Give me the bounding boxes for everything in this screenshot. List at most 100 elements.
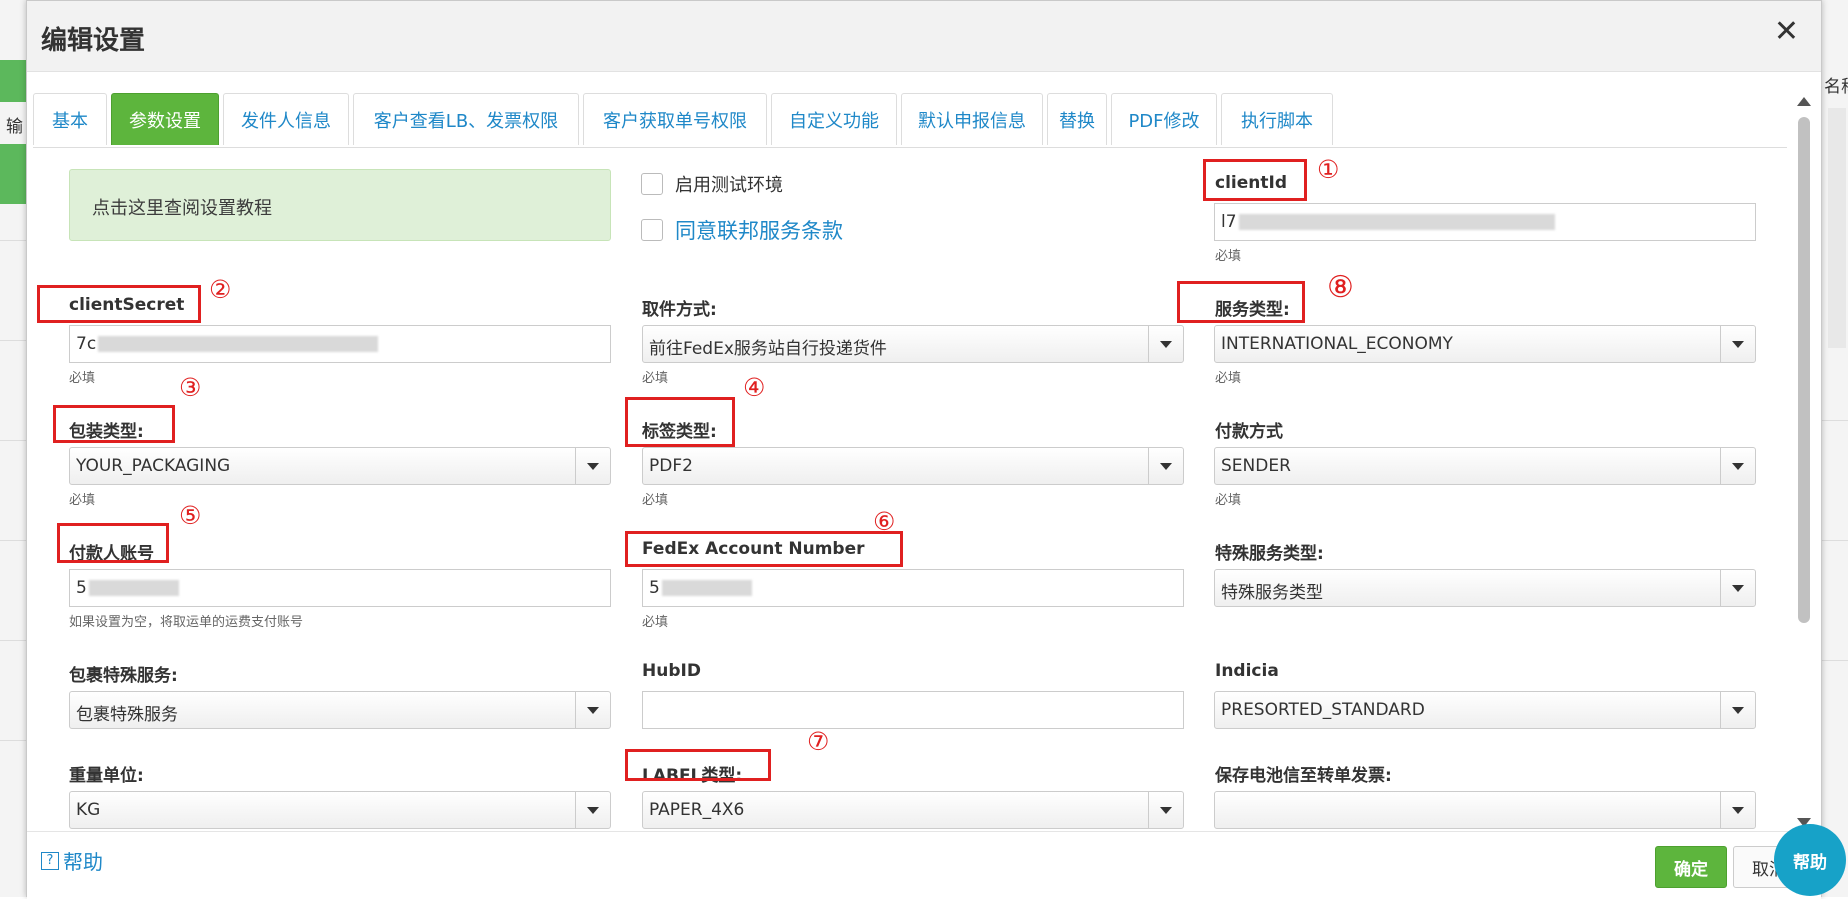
indicia-select[interactable]: PRESORTED_STANDARD xyxy=(1214,691,1756,729)
test-env-label: 启用测试环境 xyxy=(675,175,783,196)
pickup-method-select[interactable]: 前往FedEx服务站自行投递货件 xyxy=(642,325,1184,363)
chevron-down-icon xyxy=(1720,326,1755,362)
package-type-select[interactable]: YOUR_PACKAGING xyxy=(69,447,611,485)
parameter-settings-panel: 点击这里查阅设置教程 启用测试环境 同意联邦服务条款 clientId l7 必… xyxy=(27,149,1799,829)
payment-method-select[interactable]: SENDER xyxy=(1214,447,1756,485)
weight-unit-label: 重量单位: xyxy=(69,766,144,786)
chevron-down-icon xyxy=(1148,448,1183,484)
redacted-value xyxy=(661,580,752,596)
battery-invoice-select[interactable] xyxy=(1214,791,1756,829)
hub-id-input[interactable] xyxy=(642,691,1184,729)
special-service-label: 特殊服务类型: xyxy=(1215,544,1324,564)
tutorial-link[interactable]: 点击这里查阅设置教程 xyxy=(69,169,611,241)
floating-help-button[interactable]: 帮助 xyxy=(1774,824,1846,896)
agree-terms-checkbox[interactable] xyxy=(641,219,663,241)
payer-account-hint: 如果设置为空，将取运单的运费支付账号 xyxy=(69,615,304,630)
hub-id-label: HubID xyxy=(642,661,701,681)
annotation-number-8: ⑧ xyxy=(1327,270,1354,305)
client-id-value: l7 xyxy=(1221,212,1237,232)
label-type-select[interactable]: PDF2 xyxy=(642,447,1184,485)
payment-method-label: 付款方式 xyxy=(1215,422,1283,442)
chevron-down-icon xyxy=(1148,792,1183,828)
background-divider xyxy=(1822,420,1848,421)
tab-sender-info[interactable]: 发件人信息 xyxy=(223,93,349,145)
background-divider xyxy=(0,740,26,741)
service-type-value: INTERNATIONAL_ECONOMY xyxy=(1221,334,1453,354)
service-type-label: 服务类型: xyxy=(1215,300,1290,320)
client-id-label: clientId xyxy=(1215,173,1287,193)
pickup-method-label: 取件方式: xyxy=(642,300,717,320)
tab-customer-tracking-number[interactable]: 客户获取单号权限 xyxy=(583,93,767,145)
client-secret-label: clientSecret xyxy=(69,295,185,315)
label-format-value: PAPER_4X6 xyxy=(649,800,745,820)
redacted-value xyxy=(1238,214,1555,230)
label-format-label: LABEL类型: xyxy=(642,766,743,786)
annotation-number-7: ⑦ xyxy=(807,727,830,756)
confirm-button[interactable]: 确定 xyxy=(1655,846,1727,888)
chevron-down-icon xyxy=(575,792,610,828)
required-hint: 必填 xyxy=(69,371,96,386)
help-link-label: 帮助 xyxy=(63,850,103,874)
background-divider xyxy=(0,240,26,241)
agree-terms-checkbox-row[interactable]: 同意联邦服务条款 xyxy=(641,215,843,245)
required-hint: 必填 xyxy=(1215,371,1242,386)
required-hint: 必填 xyxy=(1215,249,1242,264)
annotation-number-6: ⑥ xyxy=(873,507,896,536)
dialog-header: 编辑设置 ✕ xyxy=(27,1,1821,72)
required-hint: 必填 xyxy=(69,493,96,508)
special-service-select[interactable]: 特殊服务类型 xyxy=(1214,569,1756,607)
fedex-account-value: 5 xyxy=(649,578,660,598)
chevron-down-icon xyxy=(1720,792,1755,828)
chevron-down-icon xyxy=(575,448,610,484)
redacted-value xyxy=(98,336,379,352)
dialog-scrollbar[interactable] xyxy=(1795,97,1813,827)
test-env-checkbox-row[interactable]: 启用测试环境 xyxy=(641,171,783,197)
agree-terms-link[interactable]: 同意联邦服务条款 xyxy=(675,215,843,245)
weight-unit-select[interactable]: KG xyxy=(69,791,611,829)
chevron-down-icon xyxy=(1720,448,1755,484)
test-env-checkbox[interactable] xyxy=(641,173,663,195)
background-page-left: 输 xyxy=(0,0,26,897)
fedex-account-input[interactable]: 5 xyxy=(642,569,1184,607)
background-divider xyxy=(1822,540,1848,541)
tab-parameter-settings[interactable]: 参数设置 xyxy=(111,93,219,145)
annotation-number-4: ④ xyxy=(743,373,766,402)
client-id-input[interactable]: l7 xyxy=(1214,203,1756,241)
tab-pdf-modify[interactable]: PDF修改 xyxy=(1111,93,1217,145)
required-hint: 必填 xyxy=(642,371,669,386)
annotation-number-2: ② xyxy=(209,275,232,304)
annotation-number-5: ⑤ xyxy=(179,501,202,530)
service-type-select[interactable]: INTERNATIONAL_ECONOMY xyxy=(1214,325,1756,363)
background-right-text: 名称 xyxy=(1824,77,1848,97)
required-hint: 必填 xyxy=(642,493,669,508)
package-special-service-value: 包裹特殊服务 xyxy=(76,705,178,725)
payer-account-value: 5 xyxy=(76,578,87,598)
scroll-up-arrow-icon[interactable] xyxy=(1797,97,1811,106)
chevron-down-icon xyxy=(1148,326,1183,362)
close-icon[interactable]: ✕ xyxy=(1774,17,1799,47)
label-format-select[interactable]: PAPER_4X6 xyxy=(642,791,1184,829)
payer-account-input[interactable]: 5 xyxy=(69,569,611,607)
help-link[interactable]: ? 帮助 xyxy=(41,846,103,875)
tab-default-declaration[interactable]: 默认申报信息 xyxy=(901,93,1043,145)
battery-invoice-label: 保存电池信至转单发票: xyxy=(1215,766,1392,786)
package-type-label: 包装类型: xyxy=(69,422,144,442)
tab-basic[interactable]: 基本 xyxy=(33,93,107,145)
scrollbar-thumb[interactable] xyxy=(1798,117,1810,623)
indicia-value: PRESORTED_STANDARD xyxy=(1221,700,1425,720)
package-special-service-select[interactable]: 包裹特殊服务 xyxy=(69,691,611,729)
label-type-label: 标签类型: xyxy=(642,422,717,442)
redacted-value xyxy=(88,580,179,596)
tab-bar: 基本 参数设置 发件人信息 客户查看LB、发票权限 客户获取单号权限 自定义功能… xyxy=(33,93,1787,148)
tab-custom-functions[interactable]: 自定义功能 xyxy=(771,93,897,145)
client-secret-input[interactable]: 7c xyxy=(69,325,611,363)
payment-method-value: SENDER xyxy=(1221,456,1291,476)
tab-customer-view-lb-invoice[interactable]: 客户查看LB、发票权限 xyxy=(353,93,579,145)
background-scrollbar xyxy=(1828,108,1846,348)
fedex-account-label: FedEx Account Number xyxy=(642,539,865,559)
background-green-block xyxy=(0,60,26,102)
annotation-number-3: ③ xyxy=(179,373,202,402)
tab-replace[interactable]: 替换 xyxy=(1047,93,1107,145)
background-divider xyxy=(1822,660,1848,661)
tab-run-script[interactable]: 执行脚本 xyxy=(1221,93,1333,145)
